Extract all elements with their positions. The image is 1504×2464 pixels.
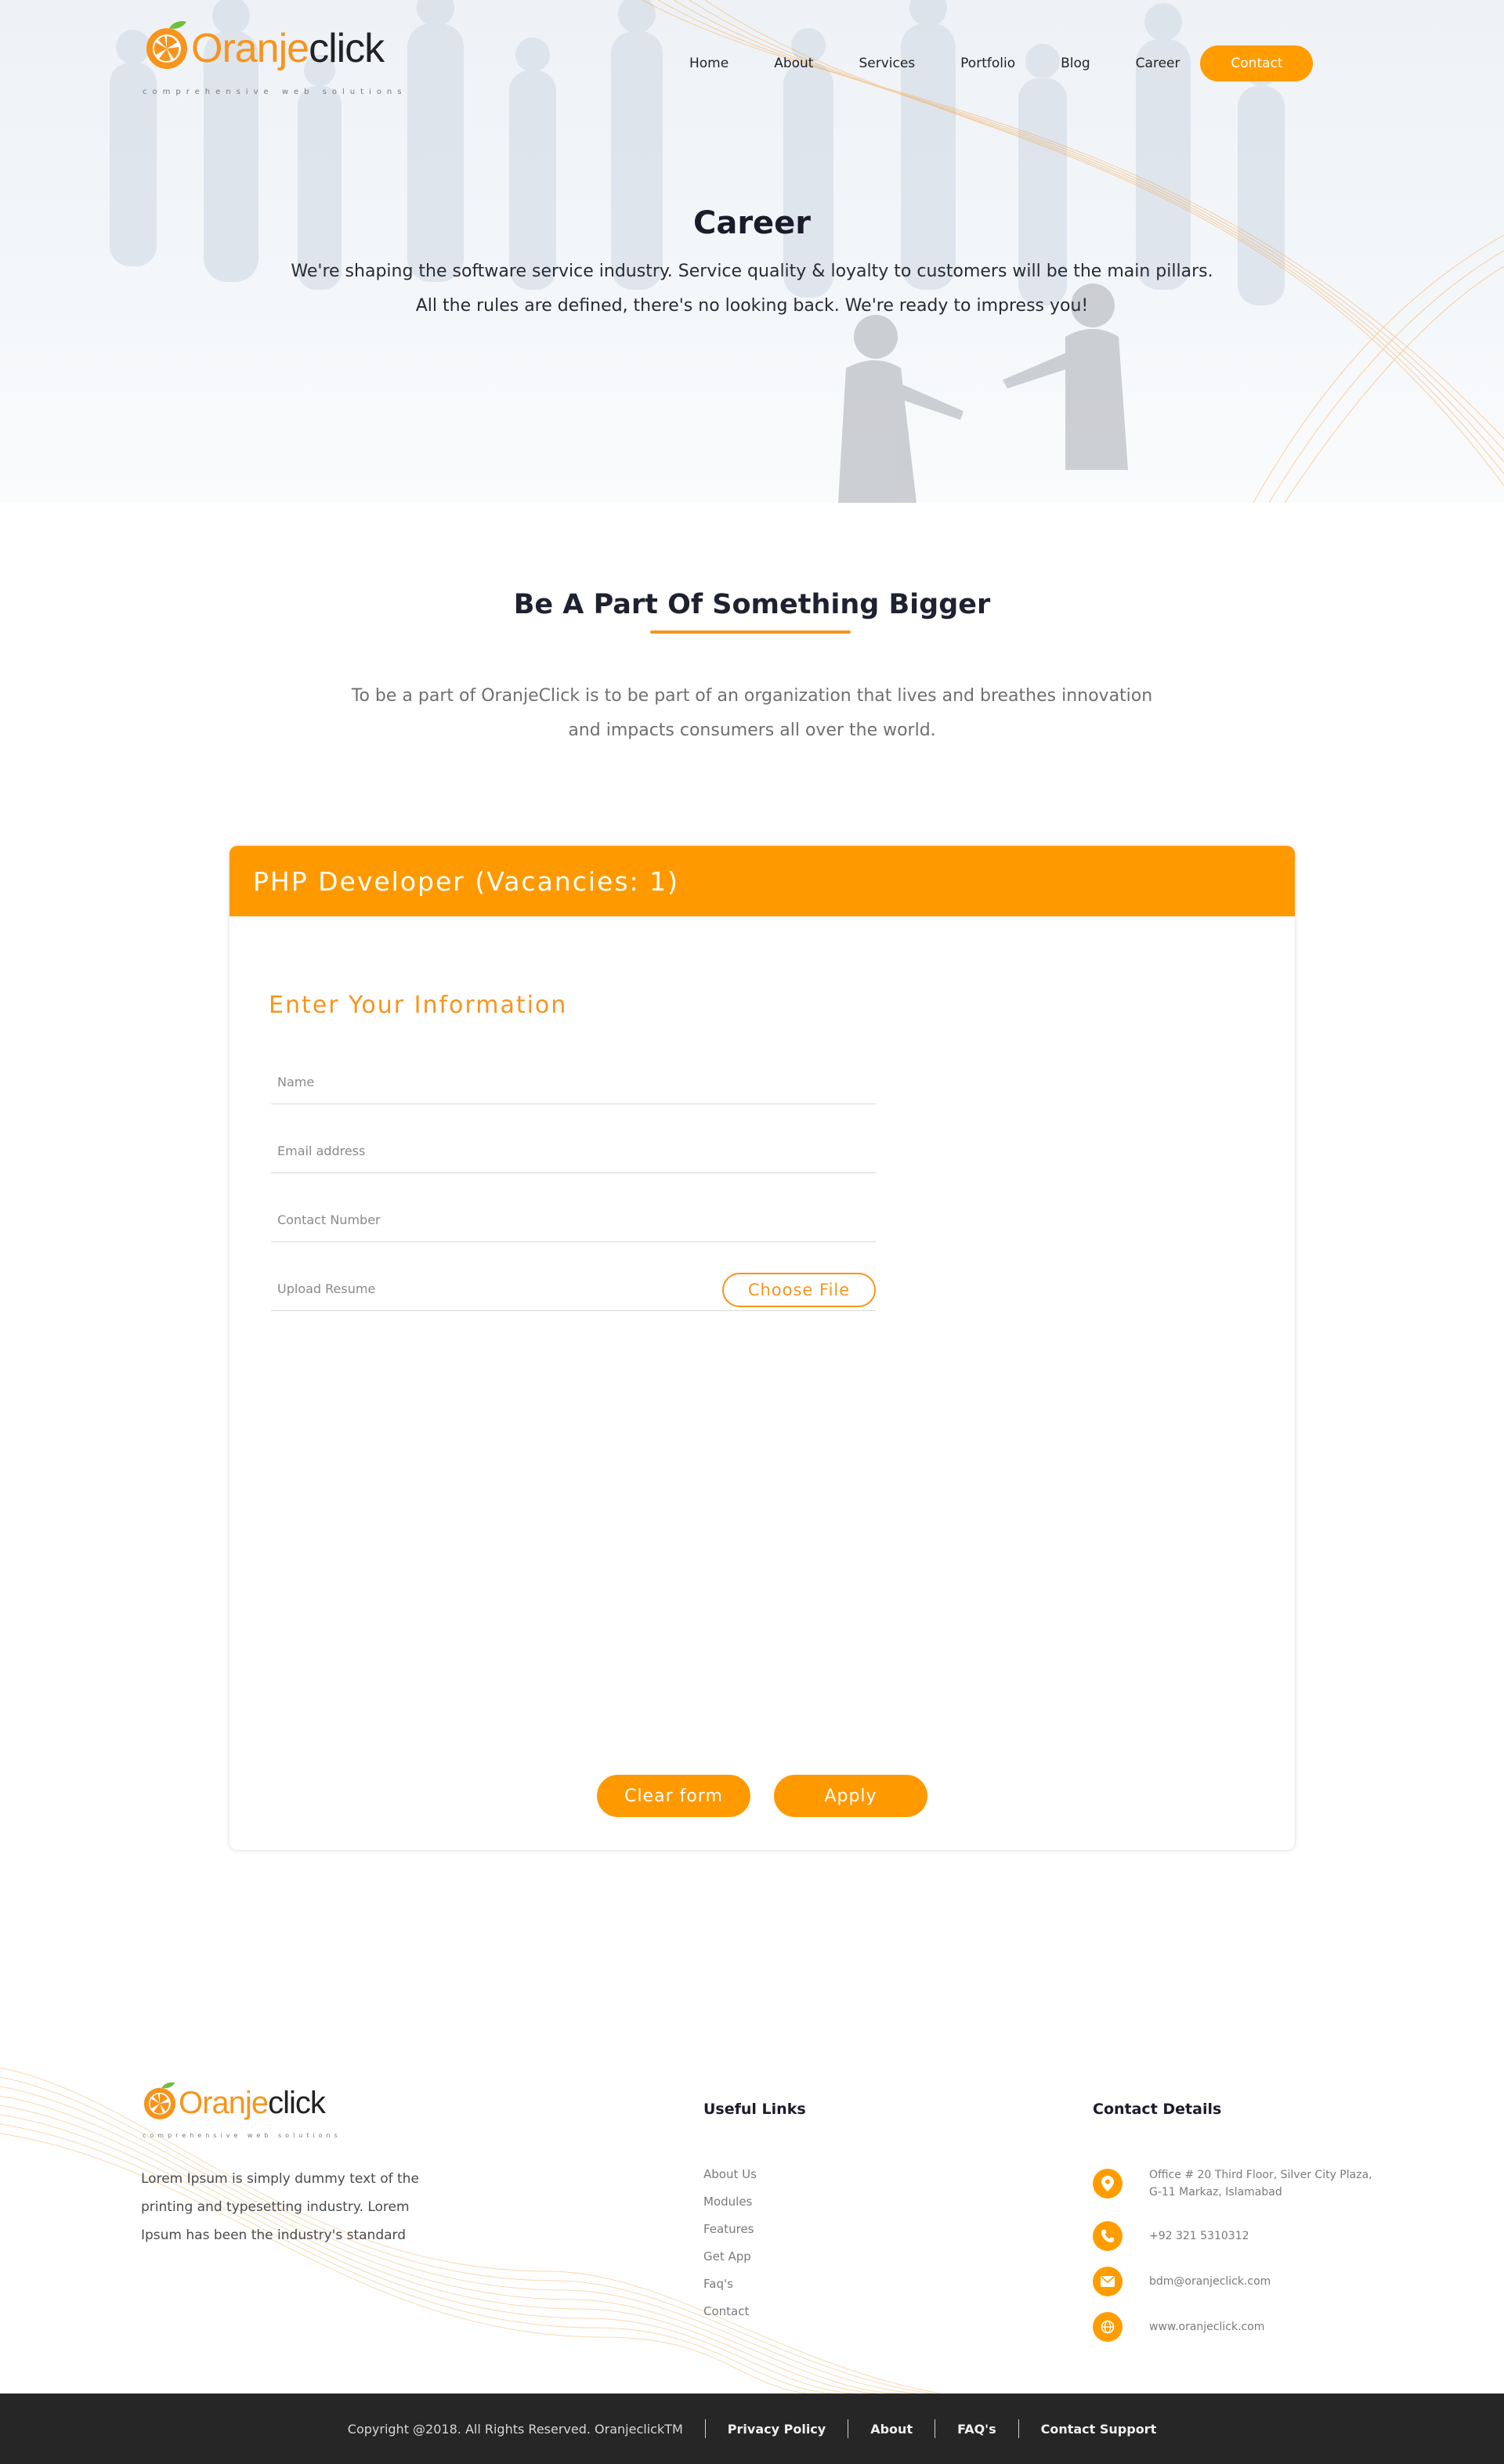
footer-orange-logo-icon <box>141 2080 179 2119</box>
website-url[interactable]: www.oranjeclick.com <box>1149 2318 1264 2336</box>
phone-icon <box>1093 2221 1123 2251</box>
logo-tagline: comprehensive web solutions <box>143 88 407 96</box>
footer-logo[interactable]: Oranjeclick <box>141 2080 326 2121</box>
choose-file-button[interactable]: Choose File <box>722 1273 876 1307</box>
hero-description-line-1: We're shaping the software service indus… <box>291 262 1213 281</box>
name-input[interactable] <box>277 1075 747 1089</box>
contact-email-row: bdm@oranjeclick.com <box>1093 2267 1271 2296</box>
phone-number[interactable]: +92 321 5310312 <box>1149 2227 1249 2245</box>
contact-button[interactable]: Contact <box>1200 45 1314 81</box>
address-line-1: Office # 20 Third Floor, Silver City Pla… <box>1149 2169 1372 2181</box>
resume-upload-field: Upload Resume Choose File <box>271 1272 876 1311</box>
contact-field-wrapper <box>271 1203 876 1242</box>
contact-details-heading: Contact Details <box>1093 2101 1222 2118</box>
email-field-wrapper <box>271 1134 876 1173</box>
contact-website-row: www.oranjeclick.com <box>1093 2312 1264 2342</box>
clear-form-button[interactable]: Clear form <box>597 1775 750 1817</box>
intro-line-2: and impacts consumers all over the world… <box>568 721 936 740</box>
logo-word-first: Oranje <box>191 26 309 71</box>
useful-links-list: About Us Modules Features Get App Faq's … <box>703 2166 757 2331</box>
job-title: PHP Developer (Vacancies: 1) <box>253 865 679 897</box>
divider <box>1018 2419 1019 2438</box>
name-field-wrapper <box>271 1065 876 1104</box>
footer-link-faqs[interactable]: Faq's <box>703 2276 757 2303</box>
intro-line-1: To be a part of OranjeClick is to be par… <box>351 686 1153 706</box>
footer-link-get-app[interactable]: Get App <box>703 2249 757 2276</box>
footer-logo-tagline: comprehensive web solutions <box>143 2132 342 2139</box>
form-title: Enter Your Information <box>269 992 568 1019</box>
email-address[interactable]: bdm@oranjeclick.com <box>1149 2273 1271 2290</box>
footer-logo-word-second: click <box>268 2086 326 2120</box>
page-title: Career <box>692 205 812 241</box>
footer: Oranjeclick comprehensive web solutions … <box>0 2068 1504 2394</box>
job-application-card: PHP Developer (Vacancies: 1) Enter Your … <box>230 846 1295 1850</box>
nav-blog[interactable]: Blog <box>1061 56 1090 71</box>
divider <box>704 2419 706 2438</box>
footer-link-modules[interactable]: Modules <box>703 2194 757 2221</box>
address-line-2: G-11 Markaz, Islamabad <box>1149 2186 1282 2198</box>
contact-phone-row: +92 321 5310312 <box>1093 2221 1249 2251</box>
email-input[interactable] <box>277 1143 747 1158</box>
footer-link-about-us[interactable]: About Us <box>703 2166 757 2194</box>
orange-logo-icon <box>143 19 191 69</box>
main-nav: Home About Services Portfolio Blog Caree… <box>689 45 1314 81</box>
section-title: Be A Part Of Something Bigger <box>513 589 991 620</box>
title-underline <box>650 630 851 634</box>
hero-section: Oranjeclick comprehensive web solutions … <box>0 0 1504 503</box>
nav-career[interactable]: Career <box>1136 56 1180 71</box>
nav-home[interactable]: Home <box>689 56 728 71</box>
nav-about[interactable]: About <box>774 56 813 71</box>
footer-logo-word-first: Oranje <box>179 2086 269 2120</box>
hero-description-line-2: All the rules are defined, there's no lo… <box>415 296 1089 316</box>
nav-portfolio[interactable]: Portfolio <box>960 56 1015 71</box>
footer-link-contact[interactable]: Contact <box>703 2303 757 2331</box>
globe-icon <box>1093 2312 1123 2342</box>
logo-word-second: click <box>309 26 385 71</box>
contact-address-row: Office # 20 Third Floor, Silver City Pla… <box>1093 2166 1372 2201</box>
footer-about-text: Lorem Ipsum is simply dummy text of the … <box>141 2171 419 2243</box>
contact-support-link[interactable]: Contact Support <box>1041 2422 1157 2437</box>
bottom-about-link[interactable]: About <box>870 2422 913 2437</box>
privacy-policy-link[interactable]: Privacy Policy <box>728 2422 826 2437</box>
upload-resume-label: Upload Resume <box>277 1281 376 1296</box>
copyright-bar: Copyright @2018. All Rights Reserved. Or… <box>0 2394 1504 2464</box>
footer-link-features[interactable]: Features <box>703 2221 757 2249</box>
mail-icon <box>1093 2267 1123 2296</box>
logo[interactable]: Oranjeclick <box>143 19 385 72</box>
job-title-header: PHP Developer (Vacancies: 1) <box>230 846 1295 916</box>
contact-number-input[interactable] <box>277 1212 747 1227</box>
copyright-text: Copyright @2018. All Rights Reserved. Or… <box>347 2421 683 2437</box>
nav-services[interactable]: Services <box>859 56 915 71</box>
faqs-link[interactable]: FAQ's <box>957 2422 996 2437</box>
useful-links-heading: Useful Links <box>703 2101 806 2118</box>
location-icon <box>1093 2169 1123 2198</box>
apply-button[interactable]: Apply <box>774 1775 927 1817</box>
